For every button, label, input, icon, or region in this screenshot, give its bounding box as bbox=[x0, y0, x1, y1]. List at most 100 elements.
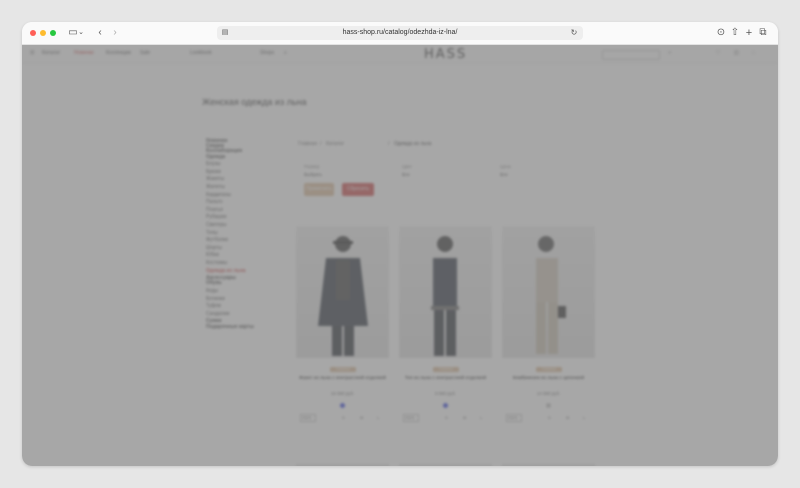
product-image[interactable] bbox=[399, 226, 492, 358]
account-icon[interactable]: ○ bbox=[668, 50, 671, 56]
size-option[interactable]: XS/S bbox=[508, 415, 517, 420]
tabs-icon[interactable]: ⧉ bbox=[758, 26, 768, 40]
sidebar-item[interactable]: Рубашки bbox=[206, 214, 226, 220]
color-swatch[interactable] bbox=[546, 403, 551, 408]
size-option[interactable]: L bbox=[583, 415, 585, 420]
model-figure-dark-jacket bbox=[318, 236, 368, 356]
size-option[interactable]: L bbox=[480, 415, 482, 420]
site-header: ☰ Каталог Новинки Коллекции Sale Lookboo… bbox=[22, 45, 778, 64]
search-icon[interactable]: ⌕ bbox=[284, 50, 287, 56]
size-option[interactable]: L bbox=[377, 415, 379, 420]
breadcrumb-catalog[interactable]: Каталог bbox=[326, 141, 344, 147]
sidebar-item[interactable]: Свитеры bbox=[206, 222, 226, 228]
url-text: hass-shop.ru/catalog/odezhda-iz-lna/ bbox=[342, 29, 458, 36]
minimize-window-button[interactable] bbox=[40, 30, 46, 36]
page-content: ☰ Каталог Новинки Коллекции Sale Lookboo… bbox=[22, 45, 778, 466]
filter-color-select[interactable]: Все bbox=[402, 172, 410, 177]
sidebar-item[interactable]: Жакеты bbox=[206, 176, 224, 182]
product-image[interactable] bbox=[502, 226, 595, 358]
download-icon[interactable]: ⊙ bbox=[716, 26, 726, 40]
sidebar-item[interactable]: Жилеты bbox=[206, 184, 225, 190]
nav-item-catalog[interactable]: Каталог bbox=[42, 50, 60, 56]
forward-icon[interactable]: › bbox=[110, 26, 120, 40]
product-badge: Новинка bbox=[433, 367, 459, 372]
browser-window: ▭ ⌄ ‹ › ▤ hass-shop.ru/catalog/odezhda-i… bbox=[22, 22, 778, 466]
reset-filters-button[interactable]: Сбросить bbox=[342, 183, 374, 196]
site-logo[interactable]: HASS bbox=[424, 47, 467, 62]
sidebar-item[interactable]: Костюмы bbox=[206, 260, 227, 266]
product-image[interactable] bbox=[399, 464, 492, 466]
sidebar-item[interactable]: Футболки bbox=[206, 237, 228, 243]
size-option[interactable]: XS/S bbox=[405, 415, 414, 420]
back-icon[interactable]: ‹ bbox=[95, 26, 105, 40]
sidebar-item[interactable]: Туфли bbox=[206, 303, 221, 309]
sidebar-item[interactable]: Брюки bbox=[206, 169, 221, 175]
site-search-input[interactable] bbox=[602, 50, 660, 60]
chevron-down-icon[interactable]: ⌄ bbox=[78, 26, 84, 40]
sidebar-item[interactable]: Ботинки bbox=[206, 296, 225, 302]
cart-icon[interactable]: ◫ bbox=[734, 50, 739, 56]
filter-price-label: Цена bbox=[500, 164, 511, 169]
share-icon[interactable]: ⇧ bbox=[730, 26, 740, 40]
filter-size-select[interactable]: Выбрать bbox=[304, 172, 322, 177]
product-badge: Новинка bbox=[330, 367, 356, 372]
sidebar-item[interactable]: Подарочные карты bbox=[206, 324, 254, 330]
product-price: 16 990 руб. bbox=[330, 391, 355, 396]
sidebar-item[interactable]: Юбки bbox=[206, 252, 219, 258]
color-swatch[interactable] bbox=[340, 403, 345, 408]
blurred-page: ☰ Каталог Новинки Коллекции Sale Lookboo… bbox=[22, 45, 778, 466]
size-option[interactable]: XS/S bbox=[302, 415, 311, 420]
model-figure-dark-top bbox=[431, 236, 459, 356]
page-title: Женская одежда из льна bbox=[202, 97, 307, 107]
sidebar-item[interactable]: Сандалии bbox=[206, 311, 229, 317]
filter-size-label: Размер bbox=[304, 164, 320, 169]
sidebar-item[interactable]: Платья bbox=[206, 207, 223, 213]
apply-filters-button[interactable]: Применить bbox=[304, 183, 334, 196]
product-image[interactable] bbox=[296, 226, 389, 358]
nav-item-new[interactable]: Новинки bbox=[74, 50, 94, 56]
reload-icon[interactable]: ↻ bbox=[569, 26, 579, 40]
menu-icon[interactable]: ☰ bbox=[30, 50, 34, 56]
sidebar-item[interactable]: Пальто bbox=[206, 199, 223, 205]
product-price: 14 990 руб. bbox=[536, 391, 561, 396]
nav-item-sale[interactable]: Sale bbox=[140, 50, 150, 56]
close-window-button[interactable] bbox=[30, 30, 36, 36]
size-option[interactable]: M bbox=[360, 415, 363, 420]
cart-count-icon[interactable]: ◌ bbox=[752, 50, 755, 56]
sidebar-item[interactable]: Обувь bbox=[206, 280, 222, 286]
product-name[interactable]: Топ из льна с контрастной отделкой bbox=[399, 375, 492, 381]
product-image[interactable] bbox=[296, 464, 389, 466]
product-price: 9 990 руб. bbox=[434, 391, 457, 396]
sidebar-item[interactable]: Шорты bbox=[206, 245, 222, 251]
product-image[interactable] bbox=[502, 464, 595, 466]
color-swatch[interactable] bbox=[443, 403, 448, 408]
breadcrumb-separator: / bbox=[320, 141, 322, 147]
breadcrumb-home[interactable]: Главная bbox=[298, 141, 317, 147]
size-option[interactable]: M bbox=[566, 415, 569, 420]
browser-toolbar: ▭ ⌄ ‹ › ▤ hass-shop.ru/catalog/odezhda-i… bbox=[22, 22, 778, 45]
zoom-window-button[interactable] bbox=[50, 30, 56, 36]
sidebar-item[interactable]: Кеды bbox=[206, 288, 218, 294]
sidebar-item[interactable]: Кардиганы bbox=[206, 192, 231, 198]
model-figure-beige-jumpsuit bbox=[536, 236, 566, 354]
size-option[interactable]: S bbox=[548, 415, 551, 420]
sidebar-item[interactable]: Топы bbox=[206, 230, 218, 236]
size-option[interactable]: M bbox=[463, 415, 466, 420]
sidebar-item[interactable]: Одежда из льна bbox=[206, 268, 246, 274]
nav-item-collections[interactable]: Коллекции bbox=[106, 50, 131, 56]
product-name[interactable]: Жакет из льна с контрастной отделкой bbox=[296, 375, 389, 381]
favorites-icon[interactable]: ♡ bbox=[716, 50, 720, 56]
breadcrumb-separator: / bbox=[388, 141, 390, 147]
nav-item-lookbook[interactable]: Lookbook bbox=[190, 50, 212, 56]
size-option[interactable]: S bbox=[342, 415, 345, 420]
size-option[interactable]: S bbox=[445, 415, 448, 420]
new-tab-icon[interactable]: + bbox=[744, 26, 754, 40]
sidebar-item[interactable]: Одежда bbox=[206, 154, 225, 160]
nav-item-shops[interactable]: Shops bbox=[260, 50, 274, 56]
address-bar[interactable]: ▤ hass-shop.ru/catalog/odezhda-iz-lna/ ↻ bbox=[217, 26, 583, 40]
product-badge: Новинка bbox=[536, 367, 562, 372]
product-name[interactable]: Комбинезон из льна с цепочкой bbox=[502, 375, 595, 381]
filter-price-select[interactable]: Все bbox=[500, 172, 508, 177]
filter-color-label: Цвет bbox=[402, 164, 413, 169]
sidebar-item[interactable]: Блузы bbox=[206, 161, 221, 167]
